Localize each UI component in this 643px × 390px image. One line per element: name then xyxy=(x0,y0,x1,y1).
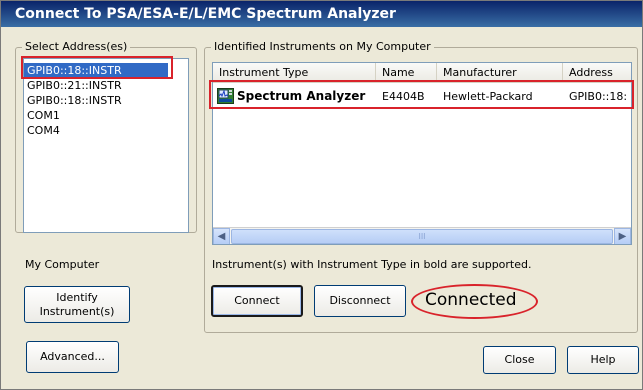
scroll-right-icon[interactable]: ▶ xyxy=(614,228,631,244)
supported-note: Instrument(s) with Instrument Type in bo… xyxy=(212,258,532,271)
help-label: Help xyxy=(590,353,616,366)
connect-dialog: Connect To PSA/ESA-E/L/EMC Spectrum Anal… xyxy=(0,0,643,390)
scroll-thumb[interactable]: III xyxy=(231,229,613,244)
help-button[interactable]: Help xyxy=(567,346,639,374)
my-computer-label: My Computer xyxy=(25,258,100,271)
table-row[interactable]: Spectrum Analyzer E4404B Hewlett-Packard… xyxy=(213,85,631,107)
col-address-label: Address xyxy=(569,66,613,79)
col-name-label: Name xyxy=(382,66,415,79)
horizontal-scrollbar[interactable]: ◀ III ▶ xyxy=(213,227,631,244)
connect-label: Connect xyxy=(234,294,280,307)
list-item[interactable]: COM4 xyxy=(24,123,188,138)
connection-status: Connected xyxy=(425,290,517,310)
disconnect-label: Disconnect xyxy=(329,294,391,307)
list-item[interactable]: GPIB0::18::INSTR xyxy=(24,63,168,78)
advanced-button[interactable]: Advanced... xyxy=(26,341,119,373)
instrument-table[interactable]: Instrument Type Name Manufacturer Addres… xyxy=(212,62,632,245)
cell-instrument-type: Spectrum Analyzer xyxy=(213,88,376,104)
col-instrument-type[interactable]: Instrument Type xyxy=(213,63,376,83)
spectrum-analyzer-icon xyxy=(217,88,234,104)
advanced-label: Advanced... xyxy=(40,350,105,363)
close-label: Close xyxy=(504,353,535,366)
connect-button[interactable]: Connect xyxy=(211,285,303,317)
instrument-type-text: Spectrum Analyzer xyxy=(237,89,366,103)
table-header: Instrument Type Name Manufacturer Addres… xyxy=(213,63,631,83)
cell-name: E4404B xyxy=(382,89,425,103)
list-item[interactable]: COM1 xyxy=(24,108,188,123)
address-listbox[interactable]: GPIB0::18::INSTR GPIB0::21::INSTR GPIB0::1… xyxy=(23,58,189,233)
scroll-left-icon[interactable]: ◀ xyxy=(213,228,230,244)
window-title: Connect To PSA/ESA-E/L/EMC Spectrum Anal… xyxy=(15,6,396,22)
list-item[interactable]: GPIB0::18::INSTR xyxy=(24,93,188,108)
title-bar: Connect To PSA/ESA-E/L/EMC Spectrum Anal… xyxy=(1,1,642,27)
col-manufacturer[interactable]: Manufacturer xyxy=(437,63,563,83)
col-manufacturer-label: Manufacturer xyxy=(443,66,517,79)
col-name[interactable]: Name xyxy=(376,63,437,83)
identify-instruments-button[interactable]: Identify Instrument(s) xyxy=(24,286,130,323)
cell-manufacturer: Hewlett-Packard xyxy=(443,89,533,103)
scroll-thumb-grip: III xyxy=(418,232,426,241)
col-instrument-type-label: Instrument Type xyxy=(219,66,309,79)
cell-address: GPIB0::18: xyxy=(569,89,628,103)
identify-instruments-label: Identify Instrument(s) xyxy=(39,290,115,318)
select-address-legend: Select Address(es) xyxy=(22,40,131,53)
col-address[interactable]: Address xyxy=(563,63,631,83)
disconnect-button[interactable]: Disconnect xyxy=(314,285,406,317)
list-item[interactable]: GPIB0::21::INSTR xyxy=(24,78,188,93)
identified-instruments-legend: Identified Instruments on My Computer xyxy=(211,40,434,53)
close-button[interactable]: Close xyxy=(483,346,556,374)
